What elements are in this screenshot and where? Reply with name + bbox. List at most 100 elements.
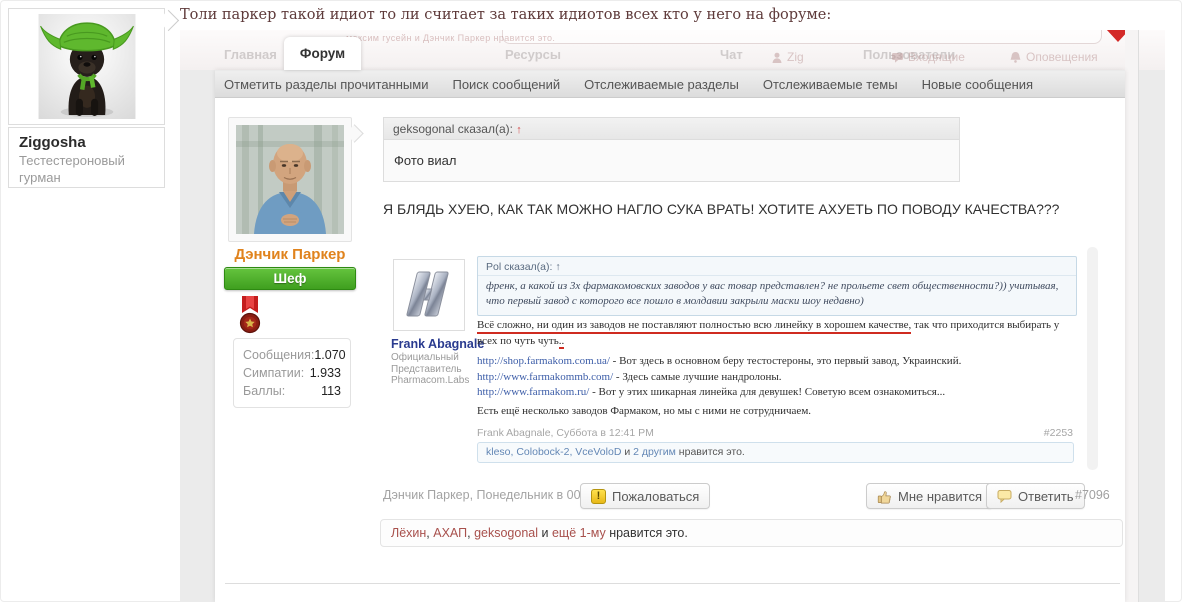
nav-watched-forums[interactable]: Отслеживаемые разделы — [584, 77, 739, 92]
link-note: - Вот здесь в основном беру тестостероны… — [610, 355, 961, 367]
post-divider — [225, 583, 1120, 584]
alerts-label: Оповещения — [1026, 50, 1098, 64]
attachment-scrollbar[interactable] — [1087, 247, 1098, 470]
report-button[interactable]: ! Пожаловаться — [580, 483, 710, 509]
inner-links: http://shop.farmakom.com.ua/ - Вот здесь… — [477, 354, 1081, 401]
attachment-author-role: Официальный Представитель Pharmacom.Labs — [391, 352, 469, 387]
nav-mark-read[interactable]: Отметить разделы прочитанными — [224, 77, 428, 92]
link-note: - Здесь самые лучшие нандролоны. — [613, 371, 781, 383]
post-number[interactable]: #7096 — [1075, 488, 1110, 502]
inner-likes-suffix: нравится это. — [676, 446, 745, 458]
poster-name[interactable]: Дэнчик Паркер — [223, 246, 357, 263]
stat-value[interactable]: 1.933 — [310, 364, 341, 382]
quote-author-line: geksogonal сказал(а): — [393, 122, 513, 136]
quote-block: geksogonal сказал(а): ↑ Фото виал — [383, 117, 960, 182]
poster-badge: Шеф — [224, 267, 356, 290]
faded-likes-line: максим гусейн и Дэнчик Паркер нравится э… — [346, 33, 555, 43]
inner-likes-more[interactable]: 2 другим — [633, 446, 676, 458]
faded-message-box — [502, 30, 1102, 44]
link-line: http://www.farmakom.ru/ - Вот у этих шик… — [477, 385, 1081, 401]
inner-quote-header: Pol сказал(а): ↑ — [478, 257, 1076, 276]
poster-stats: Сообщения:1.070 Симпатии: 1.933 Баллы: 113 — [233, 338, 351, 408]
attached-screenshot[interactable]: Frank Abagnale Официальный Представитель… — [383, 247, 1083, 470]
farmakom-ru-link[interactable]: http://www.farmakom.ru/ — [477, 386, 589, 398]
stat-row: Симпатии: 1.933 — [243, 364, 341, 382]
attachment-author-name: Frank Abagnale — [391, 337, 484, 351]
forum-screenshot: максим гусейн и Дэнчик Паркер нравится э… — [180, 30, 1165, 602]
stat-label: Сообщения: — [243, 346, 314, 364]
nav-new-posts[interactable]: Новые сообщения — [922, 77, 1034, 92]
quote-body: Фото виал — [383, 139, 960, 182]
quote-header: geksogonal сказал(а): ↑ — [383, 117, 960, 139]
forum-subnav: Отметить разделы прочитанными Поиск сооб… — [215, 70, 1125, 98]
inbox-bubble-icon — [892, 52, 903, 63]
role-line: Pharmacom.Labs — [391, 375, 469, 387]
reply-bubble-icon — [997, 489, 1012, 503]
reply-label: Ответить — [1018, 489, 1074, 504]
inner-likes-and: и — [621, 446, 633, 458]
tab-chat-faded[interactable]: Чат — [720, 47, 743, 62]
likes-suffix: нравится это. — [606, 526, 688, 540]
person-icon — [772, 52, 782, 63]
doctor-avatar-image — [236, 125, 344, 234]
nav-watched-threads[interactable]: Отслеживаемые темы — [763, 77, 898, 92]
quote-jump-arrow[interactable]: ↑ — [516, 124, 522, 136]
commenter-info-box: Ziggosha Тестестероновый гурман — [8, 127, 165, 188]
reply-button[interactable]: Ответить — [986, 483, 1085, 509]
likes-user-3[interactable]: geksogonal — [474, 526, 538, 540]
post-byline[interactable]: Дэнчик Паркер, Понедельник в 00:48 — [383, 488, 598, 502]
pug-yoda-avatar — [37, 14, 137, 119]
tab-forum[interactable]: Форум — [284, 37, 361, 70]
nav-search-posts[interactable]: Поиск сообщений — [452, 77, 560, 92]
commenter-name[interactable]: Ziggosha — [19, 134, 154, 151]
inner-byline[interactable]: Frank Abagnale, Суббота в 12:41 PM — [477, 427, 654, 439]
inner-likes-bar: kleso, Colobock-2, VceVoloD и 2 другим н… — [477, 442, 1074, 463]
likes-bar: Лёхин, АХАП, geksogonal и ещё 1-му нрави… — [380, 519, 1123, 547]
inner-reply-text: Всё сложно, ни один из заводов не постав… — [477, 318, 1081, 350]
stat-row: Баллы: 113 — [243, 382, 341, 400]
likes-more[interactable]: ещё 1-му — [552, 526, 606, 540]
forum-content: Отметить разделы прочитанными Поиск сооб… — [215, 70, 1125, 602]
pharmacom-logo-icon — [399, 266, 459, 324]
stat-row: Сообщения:1.070 — [243, 346, 341, 364]
likes-user-2[interactable]: АХАП — [433, 526, 467, 540]
report-icon: ! — [591, 489, 606, 504]
like-label: Мне нравится — [898, 489, 982, 504]
tab-home-faded[interactable]: Главная — [224, 47, 277, 62]
reply-tail: .. — [559, 335, 565, 349]
stat-label: Баллы: — [243, 382, 285, 400]
inner-post-number[interactable]: #2253 — [1044, 427, 1073, 439]
role-line: Представитель — [391, 364, 469, 376]
account-user-faded[interactable]: Zig — [772, 50, 804, 64]
inner-post-footer: Frank Abagnale, Суббота в 12:41 PM #2253 — [477, 427, 1073, 439]
inner-closing-text: Есть ещё несколько заводов Фармаком, но … — [477, 405, 1081, 417]
commenter-title: Тестестероновый гурман — [19, 153, 139, 187]
page-scrollbar-strip[interactable] — [1125, 30, 1139, 602]
commenter-avatar-card[interactable] — [8, 8, 165, 125]
stat-value: 113 — [321, 382, 341, 400]
poster-avatar[interactable] — [228, 117, 352, 242]
tab-resources-faded[interactable]: Ресурсы — [505, 47, 561, 62]
inner-likes-users[interactable]: kleso, Colobock-2, VceVoloD — [486, 446, 621, 458]
farmakommb-link[interactable]: http://www.farmakommb.com/ — [477, 371, 613, 383]
stat-value: 1.070 — [314, 346, 345, 364]
post-message: Я БЛЯДЬ ХУЕЮ, КАК ТАК МОЖНО НАГЛО СУКА В… — [383, 201, 1073, 217]
inbox-link-faded[interactable]: Входящие — [892, 50, 965, 64]
inner-quote-body: френк, а какой из 3х фармакомовских заво… — [478, 276, 1076, 315]
likes-user-1[interactable]: Лёхин — [391, 526, 426, 540]
inbox-label: Входящие — [908, 50, 965, 64]
alerts-link-faded[interactable]: Оповещения — [1010, 50, 1098, 64]
bell-icon — [1010, 52, 1021, 63]
link-line: http://www.farmakommb.com/ - Здесь самые… — [477, 370, 1081, 386]
medal-icon — [237, 296, 263, 336]
like-button[interactable]: Мне нравится — [866, 483, 993, 509]
red-underlined-text: Всё сложно, ни один из заводов не постав… — [477, 319, 911, 334]
attachment-avatar — [393, 259, 465, 331]
comment-text: Толи паркер такой идиот то ли считает за… — [180, 7, 1170, 23]
shop-farmakom-link[interactable]: http://shop.farmakom.com.ua/ — [477, 355, 610, 367]
thumbs-up-icon — [877, 489, 892, 504]
stat-label: Симпатии: — [243, 364, 304, 382]
report-label: Пожаловаться — [612, 489, 699, 504]
account-user-label: Zig — [787, 50, 804, 64]
role-line: Официальный — [391, 352, 469, 364]
